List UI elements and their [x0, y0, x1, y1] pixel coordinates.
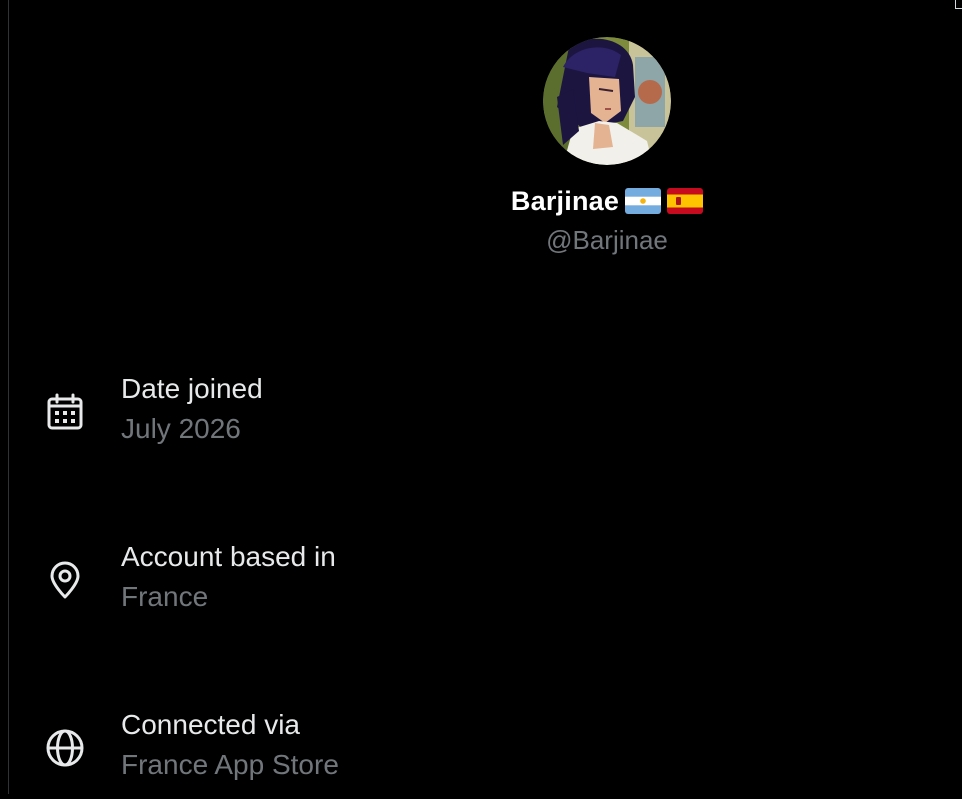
user-handle: @Barjinae: [546, 225, 668, 255]
display-name[interactable]: Barjinae: [511, 186, 619, 217]
connected-via-value: France App Store: [121, 749, 339, 780]
window-corner-mark: [955, 0, 962, 9]
date-joined-value: July 2026: [121, 413, 241, 444]
connected-via-label: Connected via: [121, 709, 301, 740]
date-joined-label: Date joined: [121, 373, 263, 404]
account-based-value: France: [121, 581, 209, 612]
argentina-flag-icon: [625, 188, 662, 214]
name-row: Barjinae: [440, 185, 774, 217]
location-pin-icon: [44, 559, 86, 601]
spain-flag-icon: [667, 188, 704, 214]
about-row-connected-via: Connected via France App Store: [0, 709, 962, 799]
globe-icon: [44, 727, 86, 769]
about-row-account-based: Account based in France: [0, 541, 962, 631]
profile-header: Barjinae @Barjinae: [440, 37, 774, 256]
avatar[interactable]: [543, 37, 671, 165]
account-based-label: Account based in: [121, 541, 336, 572]
avatar-image: [543, 37, 671, 165]
calendar-icon: [44, 391, 86, 433]
about-row-date-joined: Date joined July 2026: [0, 373, 962, 463]
